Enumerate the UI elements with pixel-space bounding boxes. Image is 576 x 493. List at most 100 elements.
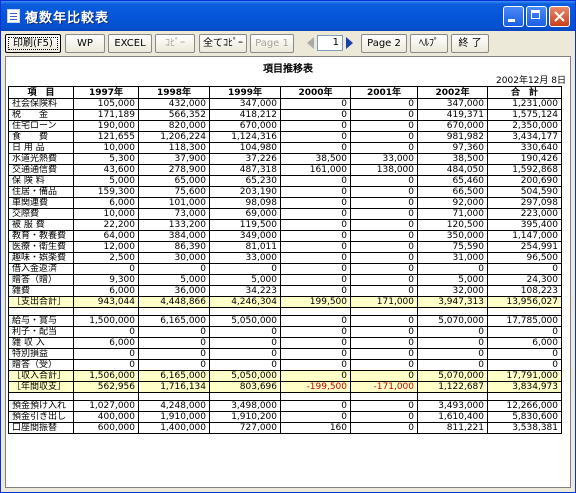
value-cell: 133,200 (138, 219, 210, 231)
row-label: 交通通信費 (8, 164, 74, 176)
value-cell: 1,124,316 (209, 131, 281, 143)
value-cell: 0 (350, 131, 418, 143)
value-cell: 0 (280, 252, 351, 264)
empty-cell (487, 307, 562, 316)
value-cell: 1,231,000 (487, 98, 562, 110)
value-cell: 0 (350, 400, 418, 412)
value-cell: 0 (350, 219, 418, 231)
wp-button[interactable]: WP (65, 34, 105, 53)
value-cell: 3,947,313 (417, 296, 488, 308)
value-cell: 0 (280, 274, 351, 286)
value-cell: 96,500 (487, 252, 562, 264)
value-cell: 943,044 (73, 296, 139, 308)
excel-button[interactable]: EXCEL (108, 34, 152, 53)
value-cell: 13,956,027 (487, 296, 562, 308)
value-cell: 105,000 (73, 98, 139, 110)
value-cell: 92,000 (417, 197, 488, 209)
value-cell: 487,318 (209, 164, 281, 176)
value-cell: 0 (280, 208, 351, 220)
value-cell: 254,991 (487, 241, 562, 253)
table-row: 水道光熱費 5,300 37,900 37,226 38,500 33,000 38,500… (8, 153, 562, 165)
table-row: 口座間振替 600,000 1,400,000 727,000 160 0 811,221 3… (8, 422, 562, 434)
maximize-button[interactable] (526, 6, 547, 27)
empty-cell (73, 307, 139, 316)
value-cell: 0 (209, 326, 281, 338)
page2-button[interactable]: Page 2 (361, 34, 407, 53)
value-cell: 0 (350, 315, 418, 327)
prev-page-icon[interactable] (307, 37, 314, 49)
value-cell: 10,000 (73, 208, 139, 220)
value-cell: 190,000 (73, 120, 139, 132)
table-row: 雑費 6,000 36,000 34,223 0 0 32,000 108,223 (8, 285, 562, 297)
value-cell: 5,050,000 (209, 370, 281, 382)
row-label: 預金引き出し (8, 411, 74, 423)
value-cell: 121,655 (73, 131, 139, 143)
report-title: 項目推移表 (263, 64, 313, 75)
value-cell: 0 (280, 142, 351, 154)
print-button[interactable]: 印刷(F5) (5, 34, 61, 53)
table-row: 借入金返済 0 0 0 0 0 0 0 (8, 263, 562, 275)
table-row: 交際費 10,000 73,000 69,000 0 0 71,000 223,000 (8, 208, 562, 220)
report-area: 項目推移表 2002年12月 8日 項 目 1997年 1998年 1999年 2000… (5, 56, 571, 488)
empty-cell (138, 307, 210, 316)
value-cell: 3,498,000 (209, 400, 281, 412)
value-cell: 0 (73, 348, 139, 360)
page1-button[interactable]: Page 1 (250, 34, 294, 53)
table-row: 日 用 品 10,000 118,300 104,980 0 0 97,360 330,640 (8, 142, 562, 154)
row-label: 食 費 (8, 131, 74, 143)
app-icon (7, 9, 20, 23)
value-cell: 0 (487, 359, 562, 371)
value-cell: 3,434,177 (487, 131, 562, 143)
empty-cell (350, 392, 418, 401)
spacer-row (8, 307, 562, 316)
value-cell: 600,000 (73, 422, 139, 434)
value-cell: 347,000 (417, 98, 488, 110)
value-cell: 418,212 (209, 109, 281, 121)
next-page-icon[interactable] (346, 37, 353, 49)
value-cell: 2,350,000 (487, 120, 562, 132)
row-label: 贈答（贈） (8, 274, 74, 286)
row-label: 住宅ローン (8, 120, 74, 132)
title-bar[interactable]: 複数年比較表 (1, 1, 575, 31)
value-cell: 24,300 (487, 274, 562, 286)
value-cell: 10,000 (73, 142, 139, 154)
value-cell: 0 (209, 263, 281, 275)
value-cell: 349,000 (209, 230, 281, 242)
copy-button[interactable]: ｺﾋﾟｰ (155, 34, 195, 53)
copy-all-button[interactable]: 全てｺﾋﾟｰ (199, 34, 247, 53)
value-cell: 0 (350, 197, 418, 209)
empty-cell (209, 307, 281, 316)
value-cell: 6,000 (73, 337, 139, 349)
table-row: 贈答（受） 0 0 0 0 0 0 0 (8, 359, 562, 371)
value-cell: 65,230 (209, 175, 281, 187)
minimize-button[interactable] (503, 6, 524, 27)
exit-button[interactable]: 終 了 (451, 34, 489, 53)
value-cell: 0 (350, 98, 418, 110)
value-cell: 0 (417, 337, 488, 349)
window-title: 複数年比較表 (25, 11, 110, 26)
value-cell: 330,640 (487, 142, 562, 154)
value-cell: 384,000 (138, 230, 210, 242)
help-button[interactable]: ﾍﾙﾌﾟ (410, 34, 448, 53)
value-cell: 36,000 (138, 285, 210, 297)
close-window-button[interactable] (549, 6, 570, 27)
value-cell: 0 (350, 285, 418, 297)
value-cell: 0 (138, 359, 210, 371)
value-cell: 0 (417, 263, 488, 275)
value-cell: 0 (280, 241, 351, 253)
value-cell: 161,000 (280, 164, 351, 176)
value-cell: 0 (73, 326, 139, 338)
empty-cell (350, 307, 418, 316)
value-cell: 0 (350, 422, 418, 434)
value-cell: 1,506,000 (73, 370, 139, 382)
row-label: 日 用 品 (8, 142, 74, 154)
value-cell: 0 (280, 263, 351, 275)
page-number-input[interactable]: 1 (317, 35, 343, 51)
value-cell: 0 (487, 326, 562, 338)
value-cell: 0 (350, 411, 418, 423)
value-cell: 38,500 (417, 153, 488, 165)
table-row: 税 金 171,189 566,352 418,212 0 0 419,371 1,575,1… (8, 109, 562, 121)
value-cell: 2,500 (73, 252, 139, 264)
row-label: 住居・備品 (8, 186, 74, 198)
value-cell: 0 (280, 131, 351, 143)
